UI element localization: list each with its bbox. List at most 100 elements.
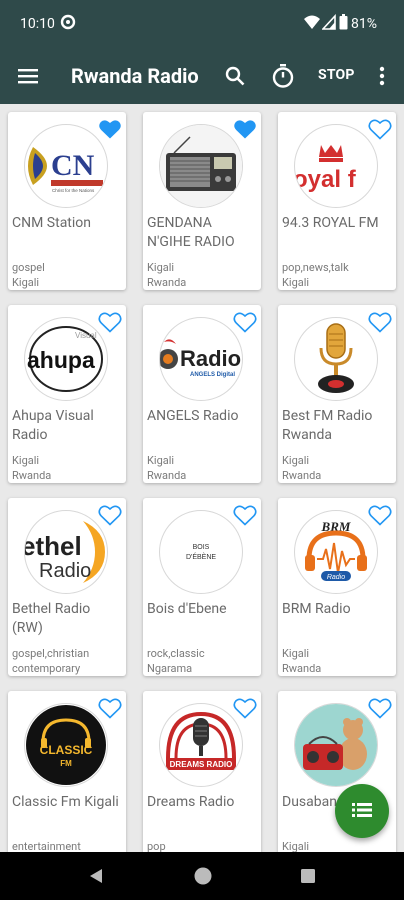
recents-icon[interactable] (300, 868, 316, 888)
favorite-heart-icon[interactable] (233, 697, 257, 719)
station-genre: pop (147, 840, 166, 852)
app-title: Rwanda Radio (71, 64, 199, 88)
timer-icon[interactable] (270, 48, 296, 104)
station-name: Best FM Radio Rwanda (282, 408, 373, 443)
station-logo: ethel Radio (24, 510, 108, 594)
menu-icon[interactable] (14, 48, 42, 104)
logo-subtext: ANGELS Digital (190, 372, 235, 378)
system-nav-bar (0, 852, 404, 900)
search-icon[interactable] (222, 48, 248, 104)
station-logo: CN Christ for the Nations (24, 124, 108, 208)
station-card-classic-fm[interactable]: CLASSIC FM Classic Fm Kigali entertainme… (8, 691, 126, 852)
station-genre: entertainment (12, 840, 81, 852)
logo-subtext: FM (60, 759, 72, 768)
logo-subtext: Radio (327, 574, 345, 581)
station-city: contemporary (12, 662, 81, 675)
station-logo: BRM Radio (294, 510, 378, 594)
favorite-heart-icon[interactable] (233, 504, 257, 526)
station-city: Rwanda (147, 276, 187, 289)
station-genre: Kigali (282, 454, 310, 467)
station-logo (159, 124, 243, 208)
station-card-ahupa[interactable]: Visual ahupa Ahupa Visual Radio Kigali R… (8, 305, 126, 483)
station-city: Rwanda (282, 662, 322, 675)
logo-subtext: Visual (75, 331, 97, 340)
station-genre: gospel,christian (12, 647, 90, 660)
station-card-bethel[interactable]: ethel Radio Bethel Radio (RW) gospel,chr… (8, 498, 126, 676)
logo-text: oyal f (295, 166, 357, 193)
logo-text: BOIS (193, 544, 210, 551)
station-genre: Kigali (147, 261, 175, 274)
favorite-heart-icon[interactable] (233, 118, 257, 140)
home-icon[interactable] (193, 866, 213, 890)
favorite-heart-icon[interactable] (368, 118, 392, 140)
station-name: 94.3 ROYAL FM (282, 215, 379, 231)
favorite-heart-icon[interactable] (368, 504, 392, 526)
station-card-gendana[interactable]: GENDANA N'GIHE RADIO Kigali Rwanda (143, 112, 261, 290)
station-genre: pop,news,talk (282, 261, 349, 274)
battery-percent: 81% (351, 16, 377, 32)
station-card-dreams-radio[interactable]: DREAMS RADIO Dreams Radio pop (143, 691, 261, 852)
favorite-heart-icon[interactable] (368, 697, 392, 719)
logo-subtext: D'ÉBÈNE (186, 552, 216, 561)
station-logo (294, 317, 378, 401)
station-logo (294, 703, 378, 787)
station-card-bois-debene[interactable]: BOIS D'ÉBÈNE Bois d'Ebene rock,classic N… (143, 498, 261, 676)
logo-text: DREAMS RADIO (170, 760, 233, 769)
stop-button[interactable]: STOP (318, 67, 355, 83)
station-card-cnm[interactable]: CN Christ for the Nations CNM Station go… (8, 112, 126, 290)
station-genre: gospel (12, 261, 45, 274)
favorite-heart-icon[interactable] (98, 697, 122, 719)
station-name: ANGELS Radio (147, 408, 239, 424)
logo-text: CN (51, 149, 95, 182)
favorite-heart-icon[interactable] (98, 311, 122, 333)
logo-subtext: Christ for the Nations (52, 188, 95, 193)
app-bar: Rwanda Radio STOP (0, 48, 404, 104)
station-card-angels[interactable]: Radio ANGELS Digital ANGELS Radio Kigali… (143, 305, 261, 483)
station-card-brm[interactable]: BRM Radio BRM Radio Kigali Rwanda (278, 498, 396, 676)
station-city: Kigali (12, 276, 40, 289)
station-logo: oyal f (294, 124, 378, 208)
station-grid: CN Christ for the Nations CNM Station go… (0, 104, 404, 852)
station-name: Bethel Radio (RW) (12, 601, 91, 636)
list-icon (352, 802, 372, 821)
station-genre: Kigali (147, 454, 175, 467)
station-logo: CLASSIC FM (24, 703, 108, 787)
logo-text: ethel (25, 531, 82, 561)
favorite-heart-icon[interactable] (233, 311, 257, 333)
station-genre: rock,classic (147, 647, 205, 660)
cell-signal-icon (321, 13, 336, 34)
station-logo: DREAMS RADIO (159, 703, 243, 787)
station-genre: Kigali (12, 454, 40, 467)
station-card-best-fm[interactable]: Best FM Radio Rwanda Kigali Rwanda (278, 305, 396, 483)
station-logo: BOIS D'ÉBÈNE (159, 510, 243, 594)
logo-text: Radio (180, 346, 241, 371)
list-view-fab[interactable] (335, 784, 389, 838)
status-bar: 10:10 81% (0, 0, 404, 48)
station-name: CNM Station (12, 215, 92, 231)
favorite-heart-icon[interactable] (368, 311, 392, 333)
station-name: Bois d'Ebene (147, 601, 227, 617)
station-genre: Kigali (282, 840, 310, 852)
station-logo: Radio ANGELS Digital (159, 317, 243, 401)
station-name: Ahupa Visual Radio (12, 408, 94, 443)
favorite-heart-icon[interactable] (98, 118, 122, 140)
back-icon[interactable] (88, 868, 104, 888)
station-city: Kigali (282, 276, 310, 289)
station-card-royal-fm[interactable]: oyal f 94.3 ROYAL FM pop,news,talk Kigal… (278, 112, 396, 290)
station-logo: Visual ahupa (24, 317, 108, 401)
wifi-icon (303, 14, 321, 34)
more-vert-icon[interactable] (372, 48, 392, 104)
status-time: 10:10 (20, 16, 55, 32)
station-name: GENDANA N'GIHE RADIO (147, 215, 235, 250)
station-city: Rwanda (12, 469, 52, 482)
logo-subtext: Radio (39, 560, 91, 582)
station-city: Rwanda (147, 469, 187, 482)
station-city: Rwanda (282, 469, 322, 482)
station-name: BRM Radio (282, 601, 351, 617)
notification-icon (60, 14, 76, 34)
favorite-heart-icon[interactable] (98, 504, 122, 526)
logo-text: CLASSIC (40, 743, 93, 757)
battery-icon (339, 14, 348, 34)
station-city: Ngarama (147, 662, 193, 675)
station-name: Dreams Radio (147, 794, 235, 810)
